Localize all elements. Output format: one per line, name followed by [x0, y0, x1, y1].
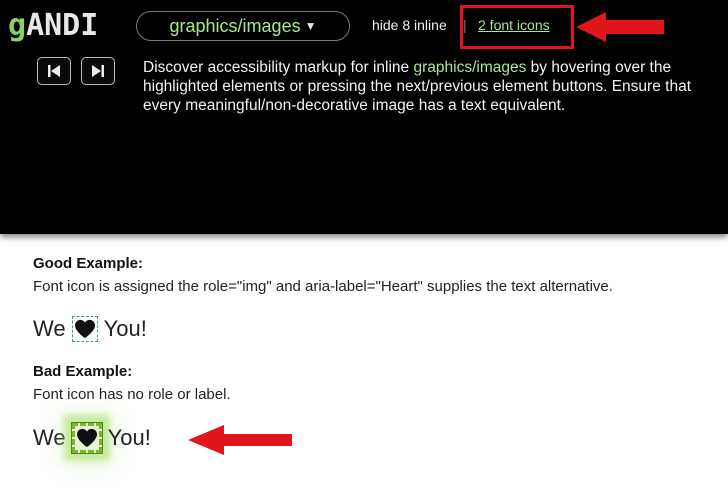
- module-description: Discover accessibility markup for inline…: [143, 58, 713, 115]
- annotation-highlight-box: [460, 5, 574, 49]
- good-example-heading: Good Example:: [33, 255, 144, 272]
- module-select-dropdown[interactable]: graphics/images ▼: [136, 11, 350, 41]
- heart-icon-highlighted[interactable]: [70, 422, 103, 454]
- next-element-button[interactable]: [81, 57, 115, 85]
- you-text: You!: [103, 316, 147, 341]
- description-text-1: Discover accessibility markup for inline: [143, 59, 414, 76]
- good-example-sentence: We You!: [33, 316, 147, 342]
- heart-icon[interactable]: [71, 316, 98, 342]
- heart-icon-glyph: [76, 428, 97, 448]
- page: Good Example: Font icon is assigned the …: [0, 0, 728, 502]
- description-accent: graphics/images: [413, 59, 527, 76]
- andi-panel: gANDI graphics/images ▼ hide 8 inline | …: [0, 0, 728, 234]
- caret-down-icon: ▼: [304, 19, 317, 33]
- skip-next-icon: [92, 65, 104, 77]
- you-text: You!: [107, 425, 151, 450]
- logo-g: g: [8, 8, 27, 43]
- heart-icon-glyph: [74, 319, 95, 339]
- bad-example-heading: Bad Example:: [33, 363, 133, 380]
- we-text: We: [33, 316, 66, 341]
- annotation-arrow-icon: [576, 12, 664, 42]
- skip-previous-icon: [48, 65, 60, 77]
- hide-inline-button[interactable]: hide 8 inline: [372, 17, 447, 33]
- we-text: We: [33, 425, 66, 450]
- bad-example-description: Font icon has no role or label.: [33, 386, 231, 403]
- andi-logo: gANDI: [8, 8, 98, 44]
- good-example-description: Font icon is assigned the role="img" and…: [33, 278, 613, 295]
- module-select-value: graphics/images: [169, 15, 301, 36]
- previous-element-button[interactable]: [37, 57, 71, 85]
- bad-example-sentence: We You!: [33, 422, 151, 454]
- logo-andi: ANDI: [26, 8, 99, 43]
- annotation-arrow-icon: [188, 425, 292, 455]
